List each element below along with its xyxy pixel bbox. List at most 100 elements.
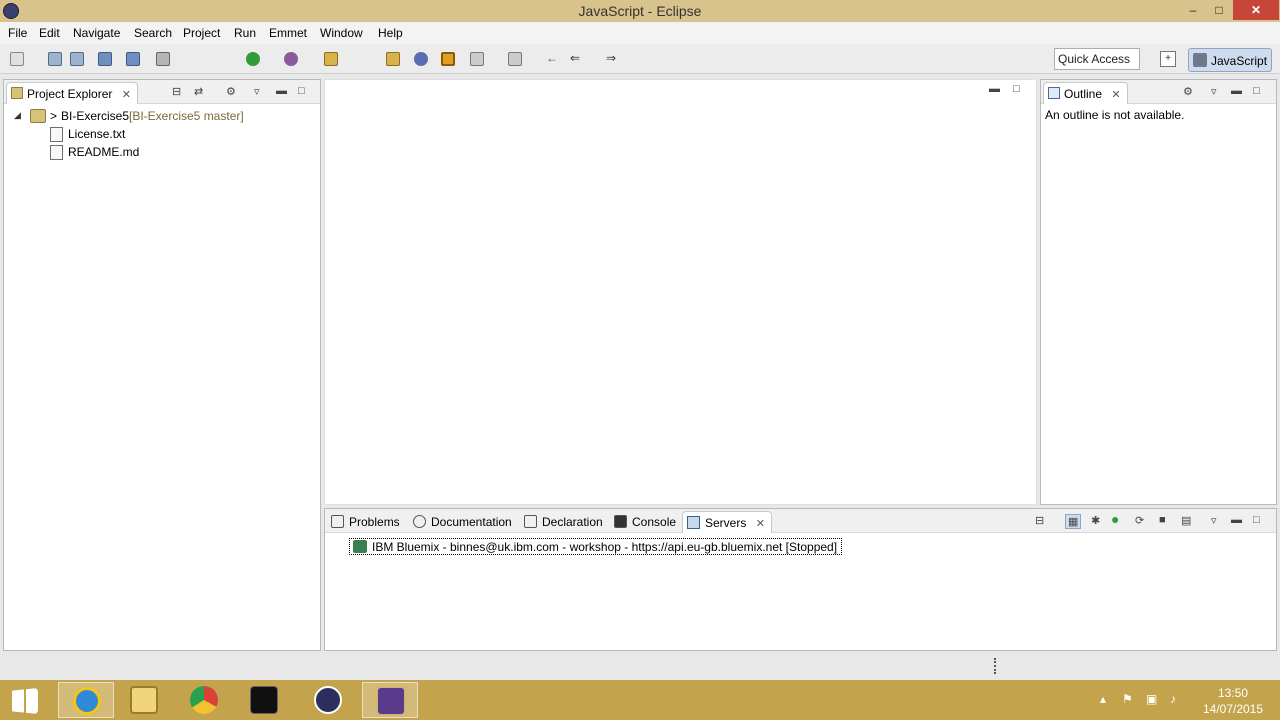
view-menu-icon[interactable]: ▿ [254,85,260,98]
server-list-item[interactable]: IBM Bluemix - binnes@uk.ibm.com - worksh… [349,538,843,555]
console-icon [614,515,627,528]
minimize-icon[interactable]: ⊟ [1035,514,1044,527]
network-icon[interactable]: ▣ [1146,692,1157,706]
title-bar: JavaScript - Eclipse – □ ✕ [0,0,1280,22]
main-toolbar: ← ⇐ ⇒ Quick Access + JavaScript [0,44,1280,74]
view-menu-icon[interactable]: ▿ [1211,85,1217,98]
close-button[interactable]: ✕ [1233,0,1279,20]
minimize-view-icon[interactable]: ▬ [276,85,287,97]
menu-window[interactable]: Window [320,26,363,40]
menu-help[interactable]: Help [378,26,403,40]
start-server-icon[interactable]: ● [1111,511,1119,527]
maximize-view-icon[interactable]: □ [1253,514,1260,526]
publish-icon[interactable] [126,52,140,66]
bookmark-icon[interactable] [414,52,428,66]
markdown-file-icon [50,145,63,160]
taskbar-clock[interactable]: 13:50 14/07/2015 [1200,685,1266,717]
forward-icon[interactable]: ⇒ [606,52,620,66]
save-icon[interactable] [48,52,62,66]
tab-outline[interactable]: Outline ✕ [1043,82,1128,104]
close-tab-icon[interactable]: ✕ [122,88,131,101]
menu-project[interactable]: Project [183,26,220,40]
action-center-flag-icon[interactable]: ⚑ [1122,692,1133,706]
profile-server-icon[interactable]: ⟳ [1135,514,1144,527]
menu-edit[interactable]: Edit [39,26,60,40]
menu-file[interactable]: File [8,26,27,40]
chrome-icon[interactable] [176,682,232,718]
menu-emmet[interactable]: Emmet [269,26,307,40]
tab-servers[interactable]: Servers ✕ [682,511,772,533]
tab-servers-label: Servers [705,516,747,530]
search-icon[interactable] [386,52,400,66]
maximize-view-icon[interactable]: □ [1253,85,1260,97]
tab-project-explorer[interactable]: Project Explorer ✕ [6,82,138,104]
outline-title: Outline [1064,87,1103,101]
focus-icon[interactable]: ⚙ [1183,85,1193,98]
new-icon[interactable] [10,52,24,66]
tab-console[interactable]: Console [614,515,676,529]
maximize-view-icon[interactable]: □ [298,85,305,97]
collapse-all-icon[interactable]: ⊟ [172,85,181,98]
filter-icon[interactable]: ⚙ [226,85,236,98]
publish-server-icon[interactable]: ▤ [1181,514,1191,527]
eclipse-icon[interactable] [300,682,356,718]
window-title: JavaScript - Eclipse [578,3,702,19]
internet-explorer-icon[interactable] [58,682,114,718]
back-icon[interactable]: ⇐ [570,52,584,66]
minimize-view-icon[interactable]: ▬ [1231,514,1242,526]
file-explorer-icon[interactable] [116,682,172,718]
tab-console-label: Console [632,515,677,529]
maximize-editor-icon[interactable]: □ [1013,83,1020,95]
quick-access-input[interactable]: Quick Access [1054,48,1140,70]
editor-area[interactable]: ▬ □ [324,79,1037,505]
stop-server-icon[interactable]: ■ [1159,514,1166,526]
open-task-icon[interactable] [508,52,522,66]
run-icon[interactable] [246,52,260,66]
javascript-perspective-button[interactable]: JavaScript [1188,48,1272,72]
tab-problems[interactable]: Problems [331,515,400,529]
chrome-logo-icon [190,686,218,714]
minimize-button[interactable]: – [1180,0,1206,20]
problems-icon [331,515,344,528]
minimize-view-icon[interactable]: ▬ [1231,85,1242,97]
volume-icon[interactable]: ♪ [1170,692,1176,706]
view-menu-icon[interactable]: ▿ [1211,514,1217,527]
server-icon[interactable] [156,52,170,66]
menu-search[interactable]: Search [134,26,172,40]
tab-documentation[interactable]: Documentation [413,515,512,529]
open-folder-icon[interactable] [324,52,338,66]
show-hidden-icons-icon[interactable]: ▴ [1100,692,1106,706]
minimize-editor-icon[interactable]: ▬ [989,83,1000,95]
link-with-editor-icon[interactable]: ⇄ [194,85,203,98]
tab-documentation-label: Documentation [431,515,512,529]
open-type-icon[interactable] [470,52,484,66]
print-icon[interactable] [98,52,112,66]
maximize-button[interactable]: □ [1206,0,1232,20]
close-tab-icon[interactable]: ✕ [1111,88,1120,101]
last-edit-icon[interactable]: ← [546,52,560,66]
tree-item-project[interactable]: ◢ > BI-Exercise5 [BI-Exercise5 master] [14,108,314,126]
tab-declaration-label: Declaration [542,515,603,529]
expand-collapse-icon[interactable]: ◢ [14,110,21,121]
project-prefix: > [50,109,58,123]
text-file-icon [50,127,63,142]
start-logo-icon [12,688,38,714]
save-all-icon[interactable] [70,52,84,66]
stop-icon[interactable] [441,52,455,66]
command-prompt-icon[interactable] [236,682,292,718]
bottom-tabbar: Problems Documentation Declaration Conso… [325,509,1276,533]
tree-item-file[interactable]: README.md [50,144,250,162]
open-perspective-icon[interactable]: + [1160,51,1176,67]
file-name: README.md [68,145,140,159]
debug-icon[interactable] [284,52,298,66]
menu-run[interactable]: Run [234,26,256,40]
status-bar [0,652,1280,680]
menu-navigate[interactable]: Navigate [73,26,120,40]
windows-start-icon[interactable] [0,682,56,718]
close-tab-icon[interactable]: ✕ [756,517,765,530]
tree-item-file[interactable]: License.txt [50,126,250,144]
server-view-toggle-icon[interactable]: ▦ [1065,514,1082,529]
tab-declaration[interactable]: Declaration [524,515,603,529]
java-ee-icon[interactable] [362,682,418,718]
debug-server-icon[interactable]: ✱ [1091,514,1100,527]
